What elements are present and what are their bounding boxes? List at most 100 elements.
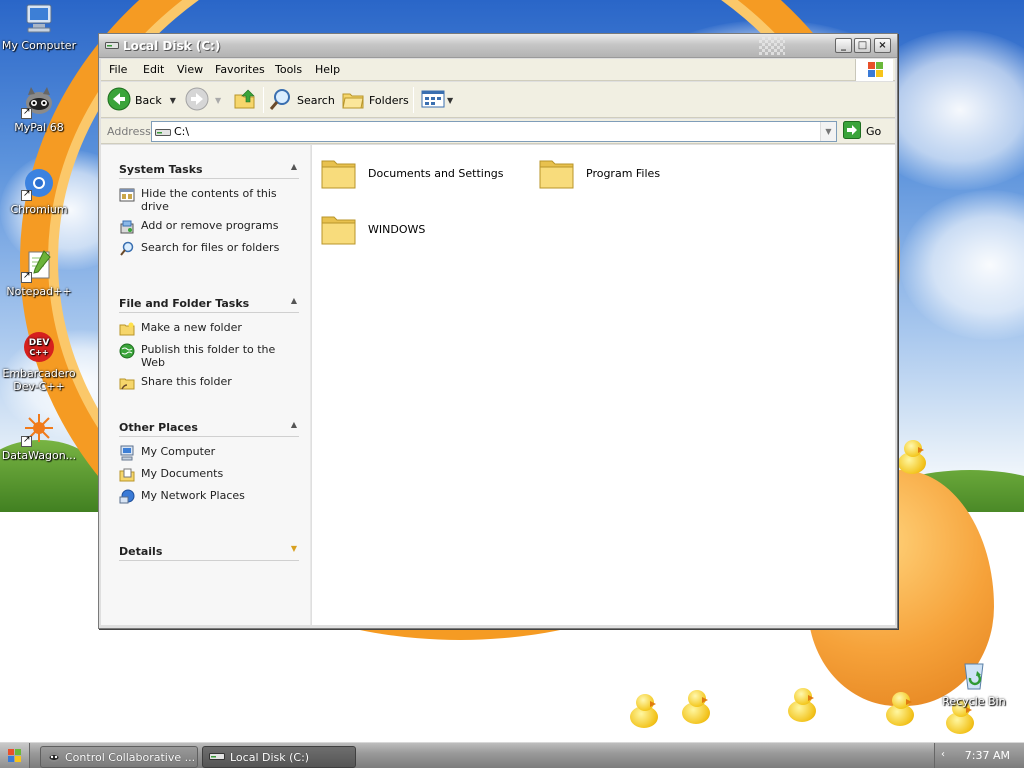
place-label: My Network Places bbox=[141, 489, 245, 502]
task-share-folder[interactable]: Share this folder bbox=[119, 375, 299, 391]
drive-icon bbox=[209, 750, 225, 765]
desktop-icon-devcpp[interactable]: DEV C++ Embarcadero Dev-C++ bbox=[0, 330, 78, 393]
folder-name: WINDOWS bbox=[368, 222, 426, 236]
task-label: Search for files or folders bbox=[141, 241, 280, 254]
go-arrow-icon bbox=[843, 121, 861, 142]
task-hide-contents[interactable]: Hide the contents of this drive bbox=[119, 187, 299, 213]
details-group: Details ▼ bbox=[119, 541, 299, 561]
views-button[interactable]: ▼ bbox=[421, 87, 453, 113]
forward-dropdown-icon: ▼ bbox=[215, 95, 222, 105]
other-places-group: Other Places ▲ My Computer My Documents bbox=[119, 417, 299, 505]
up-folder-button[interactable] bbox=[233, 87, 257, 113]
folders-icon bbox=[341, 87, 365, 114]
address-input[interactable]: C:\ ▼ bbox=[151, 121, 837, 142]
task-label: Add or remove programs bbox=[141, 219, 279, 232]
back-button[interactable]: Back ▼ bbox=[107, 87, 176, 113]
task-publish-web[interactable]: Publish this folder to the Web bbox=[119, 343, 299, 369]
other-places-header[interactable]: Other Places ▲ bbox=[119, 417, 299, 437]
hide-contents-icon bbox=[119, 187, 135, 203]
collapse-chevron-icon[interactable]: ▲ bbox=[291, 296, 297, 305]
file-folder-tasks-header[interactable]: File and Folder Tasks ▲ bbox=[119, 293, 299, 313]
task-make-new-folder[interactable]: Make a new folder bbox=[119, 321, 299, 337]
folder-program-files[interactable]: Program Files bbox=[538, 155, 660, 191]
go-button[interactable]: Go bbox=[843, 121, 881, 142]
search-button[interactable]: Search bbox=[269, 87, 335, 113]
system-tasks-header[interactable]: System Tasks ▲ bbox=[119, 159, 299, 179]
computer-icon bbox=[119, 445, 135, 461]
maximize-button[interactable]: □ bbox=[854, 38, 871, 53]
svg-text:DEV: DEV bbox=[29, 338, 50, 348]
task-label: Hide the contents of this drive bbox=[141, 187, 277, 213]
menu-view[interactable]: View bbox=[177, 63, 203, 76]
folder-icon bbox=[320, 155, 358, 191]
desktop-icon-label: Chromium bbox=[10, 203, 68, 216]
shortcut-arrow-icon bbox=[21, 188, 32, 201]
desktop-icon-mypal[interactable]: MyPal 68 bbox=[0, 84, 78, 134]
desktop-icon-my-computer[interactable]: My Computer bbox=[0, 2, 78, 52]
group-title: System Tasks bbox=[119, 163, 203, 176]
tray-expand-icon[interactable]: ‹ bbox=[941, 749, 945, 760]
place-label: My Documents bbox=[141, 467, 224, 480]
taskbar: Control Collaborative ... Local Disk (C:… bbox=[0, 742, 1024, 768]
menu-tools[interactable]: Tools bbox=[275, 63, 302, 76]
taskbar-item-label: Control Collaborative ... bbox=[65, 750, 196, 764]
collapse-chevron-icon[interactable]: ▲ bbox=[291, 162, 297, 171]
place-my-network[interactable]: My Network Places bbox=[119, 489, 299, 505]
computer-icon bbox=[22, 2, 56, 36]
toolbar: Back ▼ ▼ Search Folders ▼ bbox=[101, 82, 895, 118]
expand-chevron-icon[interactable]: ▼ bbox=[291, 544, 297, 553]
taskbar-item-label: Local Disk (C:) bbox=[230, 750, 310, 764]
wallpaper-chick bbox=[896, 440, 926, 474]
menu-favorites[interactable]: Favorites bbox=[215, 63, 265, 76]
views-dropdown-icon[interactable]: ▼ bbox=[447, 96, 453, 105]
folders-button[interactable]: Folders bbox=[341, 87, 409, 113]
taskbar-item-control-collaborative[interactable]: Control Collaborative ... bbox=[40, 746, 198, 768]
back-dropdown-icon[interactable]: ▼ bbox=[170, 96, 176, 105]
system-tasks-group: System Tasks ▲ Hide the contents of this… bbox=[119, 159, 299, 257]
task-label: Share this folder bbox=[141, 375, 232, 388]
task-pane: System Tasks ▲ Hide the contents of this… bbox=[101, 145, 311, 625]
folders-label: Folders bbox=[369, 93, 409, 107]
folder-icon bbox=[538, 155, 576, 191]
task-search-files[interactable]: Search for files or folders bbox=[119, 241, 299, 257]
close-button[interactable]: × bbox=[874, 38, 891, 53]
dev-cpp-icon: DEV C++ bbox=[22, 330, 56, 364]
place-my-documents[interactable]: My Documents bbox=[119, 467, 299, 483]
datawagon-icon bbox=[21, 412, 56, 447]
menu-help[interactable]: Help bbox=[315, 63, 340, 76]
desktop-icon-notepadpp[interactable]: Notepad++ bbox=[0, 248, 78, 298]
desktop-icon-datawagon[interactable]: DataWagon... bbox=[0, 412, 78, 462]
share-folder-icon bbox=[119, 375, 135, 391]
network-places-icon bbox=[119, 489, 135, 505]
folder-name: Documents and Settings bbox=[368, 166, 504, 180]
wallpaper-chick bbox=[680, 690, 710, 724]
desktop-icon-recycle-bin[interactable]: Recycle Bin bbox=[935, 658, 1013, 708]
forward-button[interactable]: ▼ bbox=[185, 87, 221, 113]
drive-icon bbox=[105, 40, 119, 50]
back-arrow-icon bbox=[107, 87, 131, 114]
details-header[interactable]: Details ▼ bbox=[119, 541, 299, 561]
title-pattern bbox=[759, 37, 785, 55]
minimize-button[interactable]: _ bbox=[835, 38, 852, 53]
menu-file[interactable]: File bbox=[109, 63, 127, 76]
collapse-chevron-icon[interactable]: ▲ bbox=[291, 420, 297, 429]
task-add-remove-programs[interactable]: Add or remove programs bbox=[119, 219, 299, 235]
wallpaper-chick bbox=[884, 692, 914, 726]
desktop-icon-chromium[interactable]: Chromium bbox=[0, 166, 78, 216]
menu-edit[interactable]: Edit bbox=[143, 63, 164, 76]
start-button[interactable] bbox=[0, 743, 30, 768]
toolbar-separator bbox=[263, 87, 264, 113]
system-tray: ‹ 7:37 AM bbox=[934, 743, 1024, 768]
place-my-computer[interactable]: My Computer bbox=[119, 445, 299, 461]
windows-logo-icon bbox=[855, 59, 893, 81]
taskbar-item-local-disk[interactable]: Local Disk (C:) bbox=[202, 746, 356, 768]
folder-documents-and-settings[interactable]: Documents and Settings bbox=[320, 155, 504, 191]
views-icon bbox=[421, 87, 445, 114]
clock[interactable]: 7:37 AM bbox=[965, 749, 1010, 762]
folder-windows[interactable]: WINDOWS bbox=[320, 211, 425, 247]
drive-icon bbox=[155, 126, 171, 141]
globe-icon bbox=[119, 343, 135, 359]
shortcut-arrow-icon bbox=[21, 434, 32, 447]
address-dropdown-icon[interactable]: ▼ bbox=[820, 122, 836, 141]
title-bar[interactable]: Local Disk (C:) _ □ × bbox=[99, 34, 897, 58]
